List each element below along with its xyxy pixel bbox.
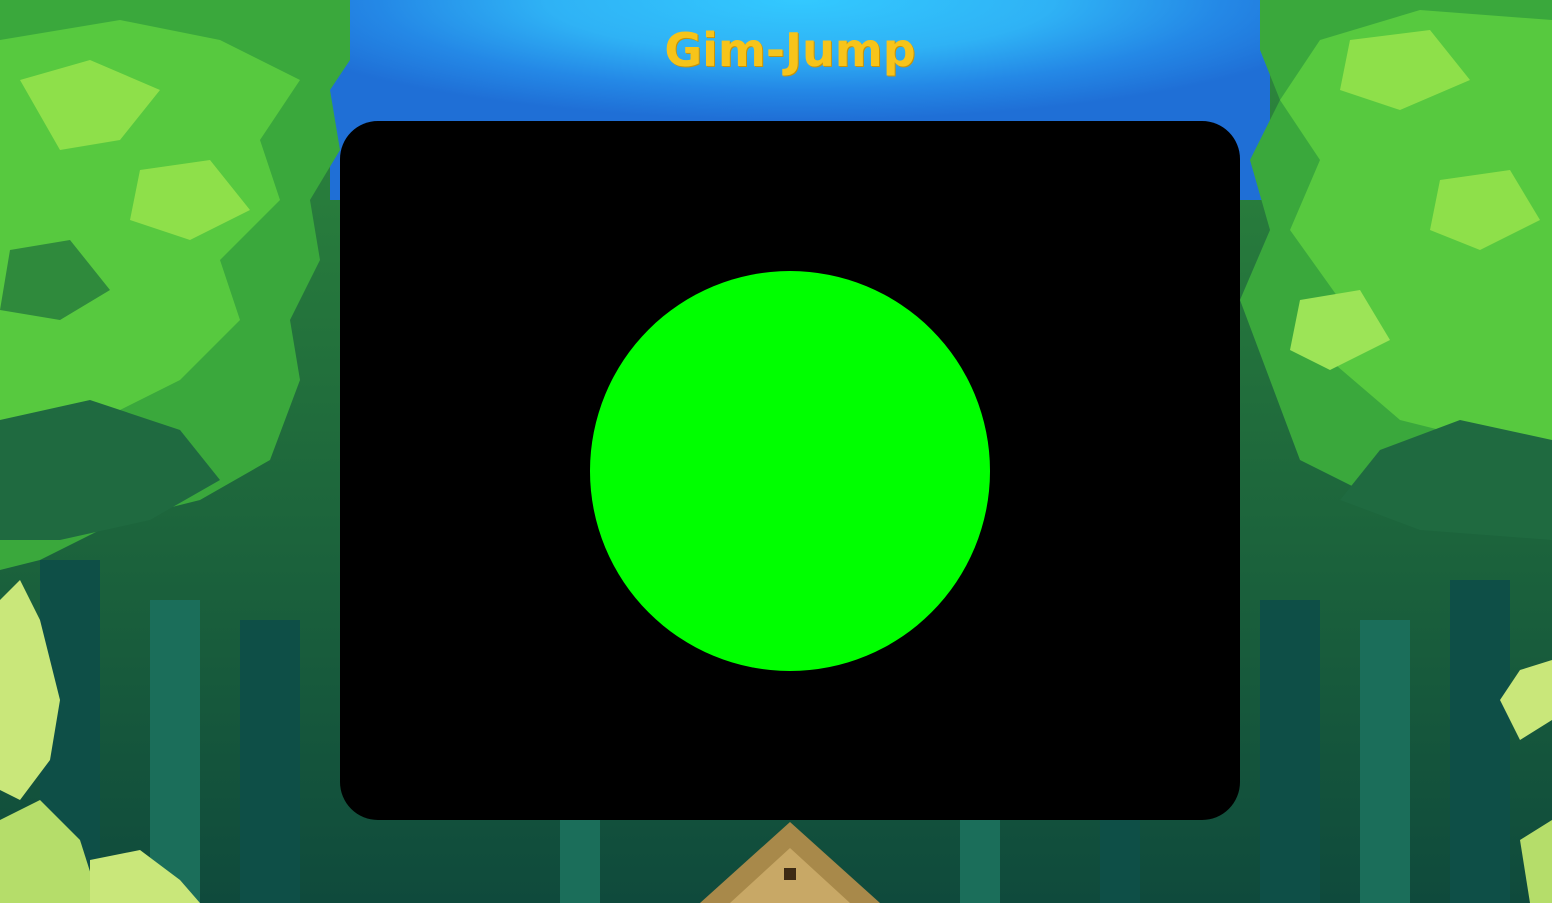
game-title: Gim-Jump [664, 23, 916, 77]
player-circle [590, 271, 990, 671]
game-canvas[interactable] [340, 121, 1240, 820]
